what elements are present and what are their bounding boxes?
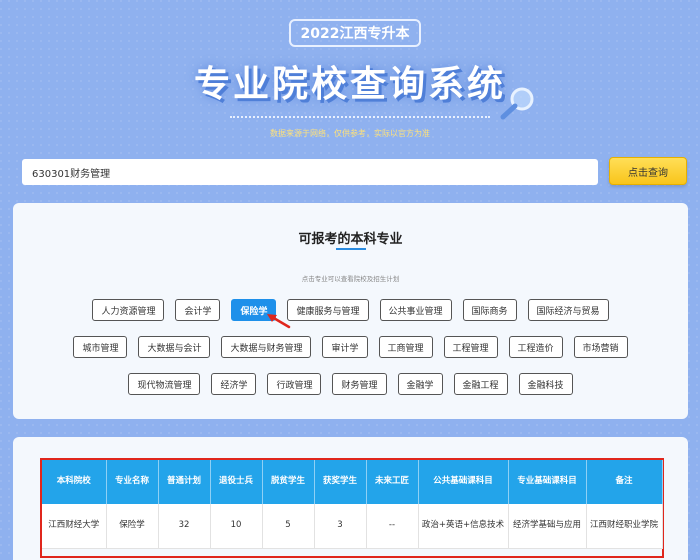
major-tag[interactable]: 金融工程 [453,373,508,395]
major-tag[interactable]: 行政管理 [267,373,322,395]
major-tag[interactable]: 金融学 [397,373,443,395]
majors-panel-hint: 点击专业可以查看院校及招生计划 [301,275,400,283]
column-header: 专业名称 [106,460,159,504]
results-table-highlight: 本科院校 专业名称 普通计划 退役士兵 脱贫学生 获奖学生 未来工匠 公共基础课… [40,458,664,558]
table-cell: 10 [210,504,263,549]
major-tag-row-1: 人力资源管理 会计学 保险学 健康服务与管理 公共事业管理 国际商务 国际经济与… [13,299,688,321]
table-cell: 经济学基础与应用 [508,504,587,549]
table-cell: 32 [158,504,211,549]
column-header: 退役士兵 [210,460,263,504]
red-arrow-icon [267,314,291,329]
major-tag[interactable]: 财务管理 [332,373,387,395]
column-header: 获奖学生 [314,460,367,504]
title-divider [230,116,490,118]
column-header: 未来工匠 [366,460,419,504]
column-header: 备注 [586,460,663,504]
table-cell: -- [366,504,419,549]
table-cell: 5 [262,504,315,549]
table-row: 江西财经大学 保险学 32 10 5 3 -- 政治+英语+信息技术 经济学基础… [42,504,663,549]
major-tag-row-2: 城市管理 大数据与会计 大数据与财务管理 审计学 工商管理 工程管理 工程造价 … [13,336,688,358]
table-cell: 政治+英语+信息技术 [418,504,509,549]
major-tag-row-3: 现代物流管理 经济学 行政管理 财务管理 金融学 金融工程 金融科技 [13,373,688,395]
magnifier-icon [500,87,534,120]
major-tag[interactable]: 工程管理 [443,336,498,358]
major-tag[interactable]: 审计学 [322,336,368,358]
major-tag[interactable]: 现代物流管理 [128,373,201,395]
search-input[interactable] [22,159,598,185]
major-tag[interactable]: 大数据与财务管理 [221,336,312,358]
major-tag[interactable]: 人力资源管理 [92,299,165,321]
year-badge: 2022江西专升本 [289,19,421,47]
major-tag[interactable]: 大数据与会计 [138,336,211,358]
major-tag[interactable]: 国际商务 [462,299,517,321]
column-header: 脱贫学生 [262,460,315,504]
major-tag[interactable]: 城市管理 [73,336,128,358]
major-tag[interactable]: 金融科技 [518,373,573,395]
table-cell: 江西财经大学 [42,504,107,549]
column-header: 本科院校 [42,460,107,504]
column-header: 专业基础课科目 [508,460,587,504]
source-disclaimer: 数据来源于网络，仅供参考，实际以官方为准 [270,129,430,138]
table-cell: 保险学 [106,504,159,549]
major-tag[interactable]: 健康服务与管理 [287,299,369,321]
major-tag[interactable]: 公共事业管理 [379,299,452,321]
search-button[interactable]: 点击查询 [609,157,687,185]
table-cell: 3 [314,504,367,549]
major-tag[interactable]: 工商管理 [378,336,433,358]
major-tag[interactable]: 经济学 [211,373,257,395]
results-table: 本科院校 专业名称 普通计划 退役士兵 脱贫学生 获奖学生 未来工匠 公共基础课… [42,460,663,549]
major-tag[interactable]: 会计学 [175,299,221,321]
page-title: 专业院校查询系统 [193,64,506,105]
table-header-row: 本科院校 专业名称 普通计划 退役士兵 脱贫学生 获奖学生 未来工匠 公共基础课… [42,460,663,504]
majors-panel: 可报考的本科专业 点击专业可以查看院校及招生计划 人力资源管理 会计学 保险学 … [13,203,688,419]
majors-panel-title: 可报考的本科专业 [298,232,403,247]
major-tag[interactable]: 国际经济与贸易 [527,299,609,321]
column-header: 公共基础课科目 [418,460,509,504]
major-tag[interactable]: 工程造价 [508,336,563,358]
column-header: 普通计划 [158,460,211,504]
table-cell: 江西财经职业学院 [586,504,663,549]
major-tag[interactable]: 市场营销 [573,336,628,358]
title-underline [336,248,366,250]
